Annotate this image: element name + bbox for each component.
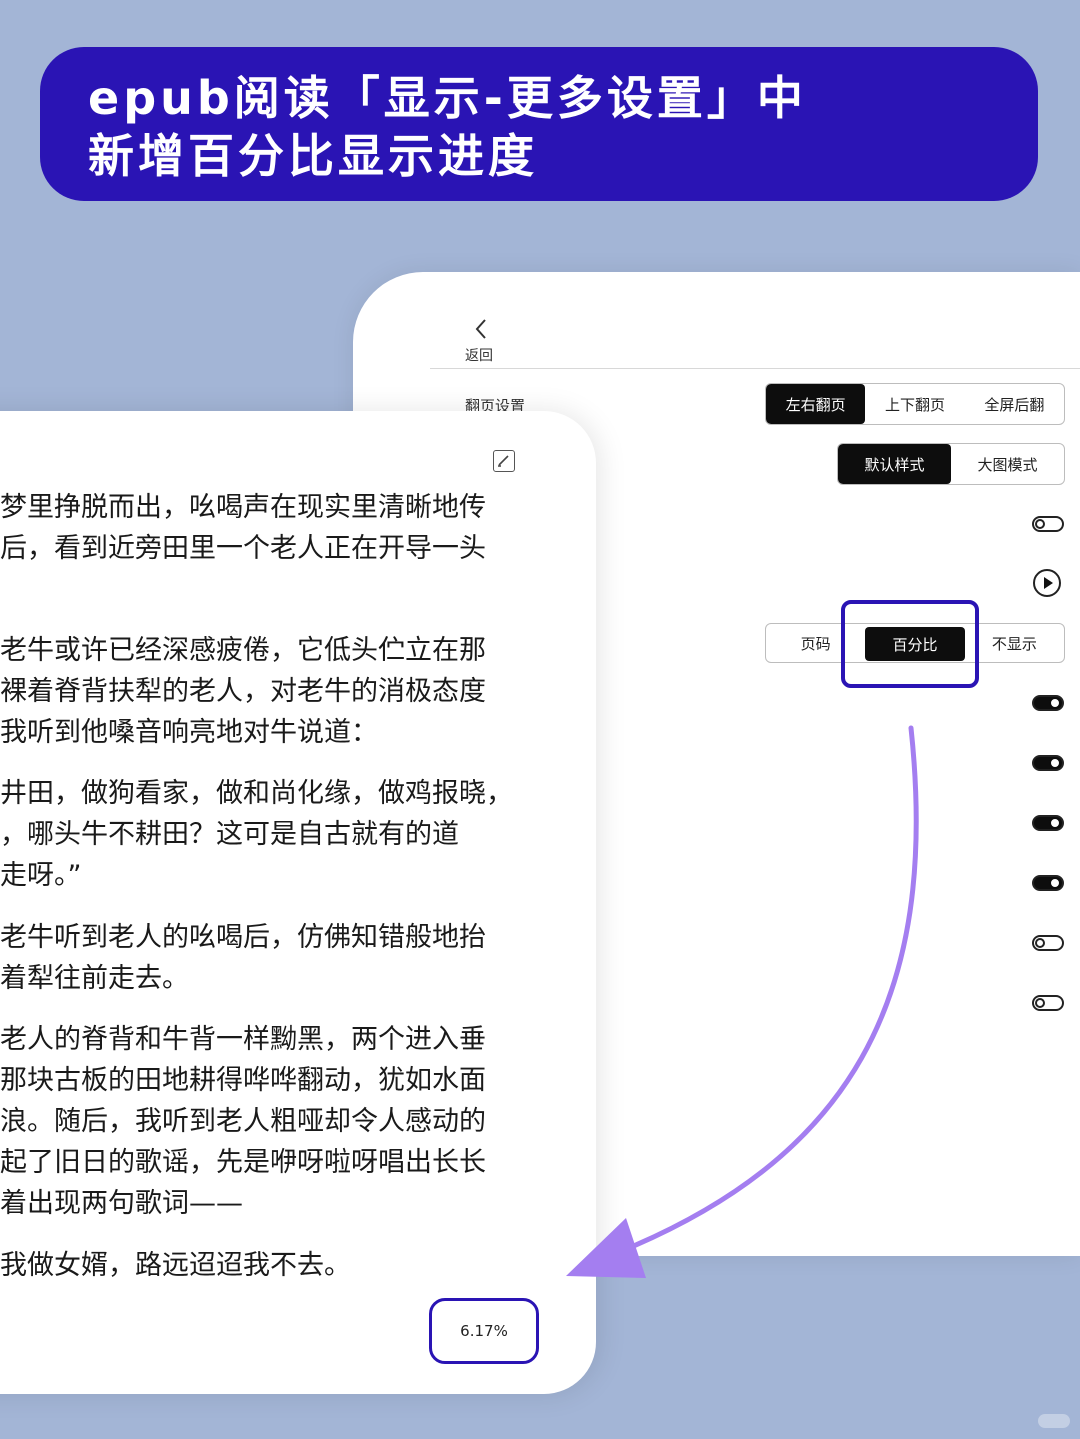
setting-toggle-4[interactable] — [1032, 815, 1064, 831]
text-line: 那块古板的田地耕得哗哗翻动，犹如水面 — [0, 1065, 486, 1096]
text-line: ，哪头牛不耕田？这可是自古就有的道 — [0, 819, 459, 850]
back-button[interactable]: 返回 — [465, 345, 493, 365]
headline-banner: epub阅读「显示-更多设置」中 新增百分比显示进度 — [40, 47, 1038, 201]
page-turn-fullscreen-option[interactable]: 全屏后翻 — [965, 384, 1064, 424]
paragraph-5: 老人的脊背和牛背一样黝黑，两个进入垂 那块古板的田地耕得哗哗翻动，犹如水面 浪。… — [0, 1019, 596, 1224]
setting-toggle-7[interactable] — [1032, 995, 1064, 1011]
progress-percentage: 6.17% — [429, 1298, 539, 1364]
page-turn-up-down-option[interactable]: 上下翻页 — [865, 384, 964, 424]
headline-line-2: 新增百分比显示进度 — [88, 129, 538, 183]
text-line: 裸着脊背扶犁的老人，对老牛的消极态度 — [0, 676, 486, 707]
text-line: 老人的脊背和牛背一样黝黑，两个进入垂 — [0, 1024, 486, 1055]
headline-line-1: epub阅读「显示-更多设置」中 — [88, 71, 807, 125]
text-line: 起了旧日的歌谣，先是咿呀啦呀唱出长长 — [0, 1147, 486, 1178]
text-line: 我听到他嗓音响亮地对牛说道： — [0, 717, 378, 748]
setting-toggle-2[interactable] — [1032, 695, 1064, 711]
setting-toggle-6[interactable] — [1032, 935, 1064, 951]
text-line: 后，看到近旁田里一个老人正在开导一头 — [0, 533, 486, 564]
reading-page: 梦里挣脱而出，吆喝声在现实里清晰地传 后，看到近旁田里一个老人正在开导一头 老牛… — [0, 411, 596, 1394]
text-line: 井田，做狗看家，做和尚化缘，做鸡报晓， — [0, 778, 513, 809]
default-style-option[interactable]: 默认样式 — [838, 444, 951, 484]
paragraph-2: 老牛或许已经深感疲倦，它低头伫立在那 裸着脊背扶犁的老人，对老牛的消极态度 我听… — [0, 630, 596, 753]
text-line: 我做女婿，路远迢迢我不去。 — [0, 1250, 351, 1281]
setting-toggle-1[interactable] — [1032, 516, 1064, 532]
back-chevron-icon[interactable] — [471, 316, 491, 342]
text-line: 浪。随后，我听到老人粗哑却令人感动的 — [0, 1106, 486, 1137]
watermark — [1038, 1414, 1070, 1428]
setting-toggle-5[interactable] — [1032, 875, 1064, 891]
text-line: 老牛听到老人的吆喝后，仿佛知错般地抬 — [0, 922, 486, 953]
text-line: 着犁往前走去。 — [0, 963, 189, 994]
style-segmented-control: 默认样式 大图模式 — [837, 443, 1065, 485]
hide-progress-option[interactable]: 不显示 — [965, 624, 1064, 662]
play-icon[interactable] — [1033, 569, 1061, 597]
paragraph-4: 老牛听到老人的吆喝后，仿佛知错般地抬 着犁往前走去。 — [0, 917, 596, 999]
paragraph-3: 井田，做狗看家，做和尚化缘，做鸡报晓， ，哪头牛不耕田？这可是自古就有的道 走呀… — [0, 773, 596, 896]
text-line: 老牛或许已经深感疲倦，它低头伫立在那 — [0, 635, 486, 666]
paragraph-6: 我做女婿，路远迢迢我不去。 — [0, 1245, 596, 1286]
text-line: 着出现两句歌词—— — [0, 1188, 243, 1219]
setting-toggle-3[interactable] — [1032, 755, 1064, 771]
edit-icon[interactable] — [493, 450, 515, 472]
paragraph-1: 梦里挣脱而出，吆喝声在现实里清晰地传 后，看到近旁田里一个老人正在开导一头 — [0, 487, 596, 569]
large-image-mode-option[interactable]: 大图模式 — [951, 444, 1064, 484]
percentage-highlight-frame — [841, 600, 979, 688]
header-divider — [430, 368, 1080, 369]
text-line: 走呀。” — [0, 860, 82, 891]
text-line: 梦里挣脱而出，吆喝声在现实里清晰地传 — [0, 492, 486, 523]
page-turn-left-right-option[interactable]: 左右翻页 — [766, 384, 866, 424]
page-turn-segmented-control: 左右翻页 上下翻页 全屏后翻 — [765, 383, 1065, 425]
